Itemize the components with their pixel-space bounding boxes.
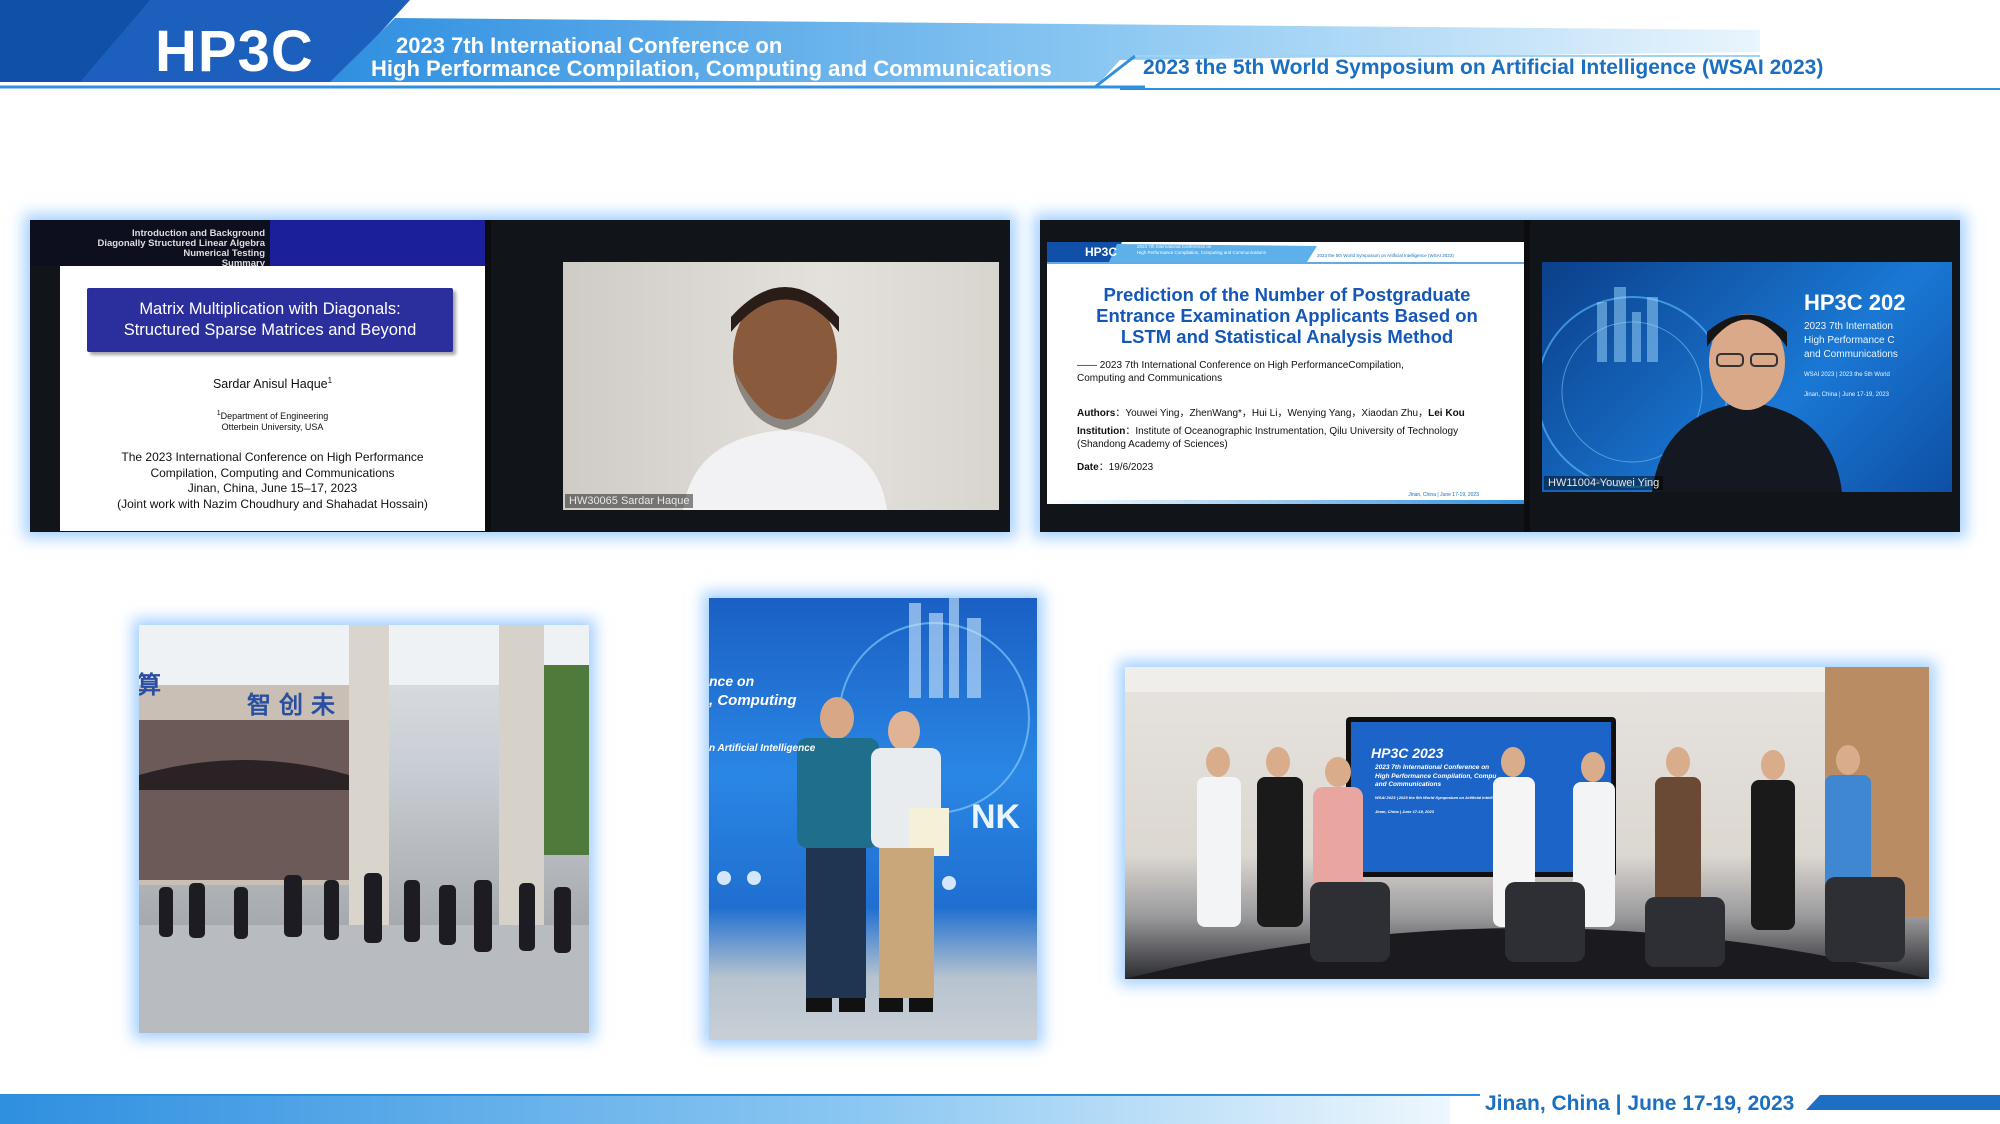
panel-presentation-ying: HP3C 2023 7th International Conference o… bbox=[1040, 220, 1960, 532]
backdrop-text-1: nce on bbox=[709, 673, 755, 689]
slide-content: Matrix Multiplication with Diagonals: St… bbox=[60, 266, 485, 531]
page-header: HP3C 2023 7th International Conference o… bbox=[0, 0, 2000, 95]
slide-conference-info: The 2023 International Conference on Hig… bbox=[117, 450, 428, 511]
conference-title-line2: High Performance Compilation, Computing … bbox=[371, 56, 1052, 81]
slide-banner-symposium: 2023 the 5th World Symposium on Artifici… bbox=[1317, 253, 1454, 258]
video-feed-ying: HP3C 202 2023 7th Internation High Perfo… bbox=[1542, 262, 1952, 492]
slide-content: HP3C 2023 7th International Conference o… bbox=[1047, 242, 1524, 504]
speaker-figure bbox=[683, 287, 887, 510]
slide-author: Sardar Anisul Haque1 bbox=[212, 376, 333, 392]
photo-atrium: 算 智创未 bbox=[139, 625, 589, 1033]
video-feed-haque: HW30065 Sardar Haque bbox=[563, 262, 999, 510]
split-divider[interactable] bbox=[1524, 220, 1530, 532]
slide-title: Prediction of the Number of Postgraduate… bbox=[1096, 284, 1478, 347]
bg-conference-text: 2023 7th Internation High Performance C … bbox=[1804, 321, 1898, 398]
sign-text-left: 算 bbox=[139, 672, 161, 699]
photo-award: nce on , Computing n Artificial Intellig… bbox=[709, 598, 1037, 1040]
slide-affiliation: 1Department of Engineering Otterbein Uni… bbox=[216, 410, 329, 432]
footer-location-date: Jinan, China | June 17-19, 2023 bbox=[1485, 1092, 1795, 1115]
video-caption: HW11004-Youwei Ying bbox=[1544, 476, 1664, 490]
atrium-scene bbox=[139, 625, 589, 1033]
backdrop-big-text: NK bbox=[971, 798, 1021, 836]
bg-hp3c-logo: HP3C 202 bbox=[1804, 290, 1906, 315]
slide-title-line2: Structured Sparse Matrices and Beyond bbox=[123, 321, 417, 339]
symposium-title: 2023 the 5th World Symposium on Artifici… bbox=[1143, 56, 1824, 79]
slide-footer: Jinan, China | June 17-19, 2023 bbox=[1408, 492, 1479, 498]
slide-institution: Institution：Institute of Oceanographic I… bbox=[1077, 426, 1459, 450]
slide-nav-bar: Introduction and Background Diagonally S… bbox=[30, 220, 485, 269]
video-caption: HW30065 Sardar Haque bbox=[565, 494, 694, 508]
backdrop-text-2: , Computing bbox=[709, 692, 797, 709]
slide-banner-text: 2023 7th International Conference on Hig… bbox=[1137, 244, 1267, 255]
sign-text: 智创未 bbox=[247, 692, 343, 719]
hp3c-logo: HP3C bbox=[155, 19, 314, 84]
page-footer: Jinan, China | June 17-19, 2023 bbox=[0, 1085, 2000, 1124]
slide-authors: Authors：Youwei Ying，ZhenWang*，Hui Li，Wen… bbox=[1077, 408, 1465, 419]
slide-date: Date：19/6/2023 bbox=[1077, 462, 1154, 473]
slide-hp3c-logo: HP3C bbox=[1085, 245, 1118, 259]
slide-title-line1: Matrix Multiplication with Diagonals: bbox=[139, 300, 401, 318]
backdrop-text-3: n Artificial Intelligence bbox=[709, 743, 816, 754]
screen-conference-text: 2023 7th International Conference on Hig… bbox=[1375, 764, 1497, 814]
split-divider[interactable] bbox=[485, 220, 491, 532]
photo-group: HP3C 2023 2023 7th International Confere… bbox=[1125, 667, 1929, 979]
screen-hp3c-logo: HP3C 2023 bbox=[1371, 745, 1444, 761]
panel-presentation-haque: Introduction and Background Diagonally S… bbox=[30, 220, 1010, 532]
slide-conference-info: —— 2023 7th International Conference on … bbox=[1077, 360, 1404, 384]
group-scene bbox=[1125, 667, 1929, 979]
slide-title-box: Matrix Multiplication with Diagonals: St… bbox=[87, 288, 453, 352]
